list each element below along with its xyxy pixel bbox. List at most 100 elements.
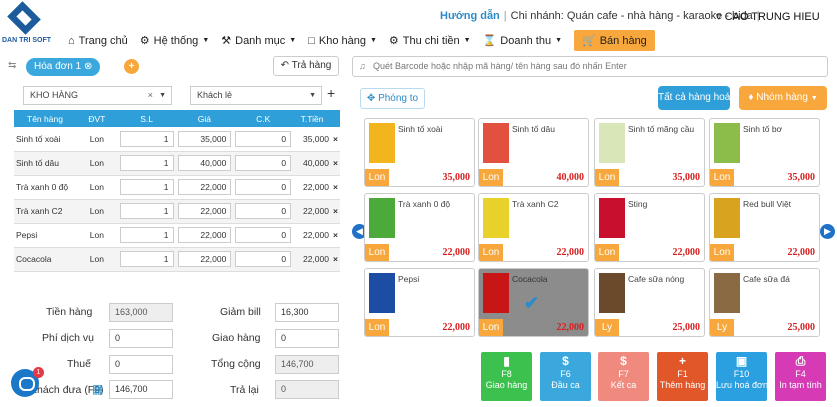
qty-input[interactable]: 1: [119, 130, 174, 147]
product-name: Red bull Việt: [743, 199, 792, 209]
product-name: Sinh tố bơ: [743, 124, 783, 134]
product-unit: Lon: [710, 244, 734, 261]
caret-down-icon: ▼: [463, 37, 471, 44]
table-row: Cocacola Lon 1 22,000 0 22,000 ×: [14, 247, 340, 272]
col-header: ĐVT: [75, 110, 118, 127]
nav-warehouse[interactable]: □ Kho hàng ▼: [308, 35, 377, 47]
add-customer-icon[interactable]: +: [327, 85, 335, 101]
product-price: 25,000: [672, 322, 701, 333]
discount-input[interactable]: 0: [235, 251, 292, 267]
item-total: 40,000: [293, 151, 331, 176]
user-menu[interactable]: ▿ CAO TRUNG HIEU: [716, 10, 820, 23]
nav-home[interactable]: ⌂ Trang chủ: [68, 35, 128, 47]
drag-handle-icon[interactable]: ⇆: [8, 60, 16, 71]
warehouse-icon: □: [308, 34, 315, 47]
service-input[interactable]: 0: [109, 329, 173, 348]
card-icon[interactable]: ▦: [92, 382, 103, 396]
return-button[interactable]: ↶ Trả hàng: [273, 56, 339, 76]
discount-input[interactable]: 0: [235, 203, 292, 219]
next-page-icon[interactable]: ▶: [820, 224, 835, 239]
all-products-button[interactable]: Tất cả hàng hoá: [658, 86, 730, 110]
product-card[interactable]: Trà xanh C2 Lon 22,000: [478, 193, 589, 262]
qty-input[interactable]: 1: [119, 251, 174, 267]
nav-system[interactable]: ⚙ Hệ thống ▼: [140, 34, 209, 48]
expand-icon: ✥: [366, 93, 376, 104]
qty-input[interactable]: 1: [119, 227, 174, 243]
header: DAN TRI SOFT Hướng dẫn | Chi nhánh: Quán c…: [0, 0, 837, 52]
product-card[interactable]: Sinh tố bơ Lon 35,000: [709, 118, 820, 187]
barcode-search-input[interactable]: ♫ Quét Barcode hoặc nhập mã hàng/ tên hàn…: [352, 56, 828, 77]
product-card[interactable]: Pepsi Lon 22,000: [364, 268, 475, 337]
product-card[interactable]: Sinh tố xoài Lon 35,000: [364, 118, 475, 187]
discount-input[interactable]: 0: [235, 130, 292, 147]
item-unit: Lon: [75, 175, 118, 200]
wrench-icon: ⚒: [221, 35, 232, 47]
paid-input[interactable]: 146,700: [109, 380, 173, 399]
qty-input[interactable]: 1: [119, 179, 174, 195]
remove-row-icon[interactable]: ×: [330, 223, 340, 248]
discount-input[interactable]: 16,300: [275, 303, 339, 322]
action-button[interactable]: ▣ F10 Lưu hoá đơn: [716, 352, 768, 401]
remove-row-icon[interactable]: ×: [330, 199, 340, 224]
tab-invoice-1[interactable]: Hóa đơn 1 ⊗: [26, 58, 101, 76]
discount-input[interactable]: 0: [235, 179, 292, 195]
action-label: In tạm tính: [779, 380, 822, 390]
microphone-icon[interactable]: ♫: [359, 57, 366, 76]
nav-cashflow[interactable]: ⚙ Thu chi tiền ▼: [389, 34, 471, 48]
sell-button[interactable]: 🛒 Bán hàng: [574, 30, 655, 51]
action-button[interactable]: ▮ F8 Giao hàng: [481, 352, 532, 401]
warehouse-select[interactable]: KHO HÀNG × ▼: [23, 86, 172, 105]
tax-input[interactable]: 0: [109, 355, 173, 374]
price-input[interactable]: 35,000: [177, 130, 232, 147]
order-panel: ⇆ Hóa đơn 1 ⊗ + ↶ Trả hàng KHO HÀNG × ▼ Kh…: [0, 52, 350, 407]
price-input[interactable]: 22,000: [177, 203, 232, 219]
product-card[interactable]: Sinh tố dâu Lon 40,000: [478, 118, 589, 187]
close-icon[interactable]: ⊗: [84, 61, 92, 72]
nav-revenue[interactable]: ⌛ Doanh thu ▼: [483, 34, 562, 48]
product-unit: Lon: [365, 319, 389, 336]
product-unit: Lon: [479, 319, 503, 336]
home-icon: ⌂: [68, 34, 75, 47]
guide-link[interactable]: Hướng dẫn: [440, 10, 500, 22]
remove-row-icon[interactable]: ×: [330, 247, 340, 272]
action-button[interactable]: $ F6 Đầu ca: [540, 352, 591, 401]
action-icon: $: [562, 354, 569, 368]
product-card[interactable]: Cocacola Lon 22,000 ✔: [478, 268, 589, 337]
price-input[interactable]: 22,000: [177, 227, 232, 243]
item-name: Trà xanh 0 độ: [14, 175, 76, 200]
add-tab-button[interactable]: +: [124, 59, 139, 74]
nav-catalog[interactable]: ⚒ Danh mục ▼: [221, 34, 297, 48]
zoom-button[interactable]: ✥ Phóng to: [360, 88, 425, 109]
action-key: F6: [560, 369, 571, 379]
discount-input[interactable]: 0: [235, 155, 292, 171]
discount-input[interactable]: 0: [235, 227, 292, 243]
product-image: [714, 198, 740, 238]
delivery-input[interactable]: 0: [275, 329, 339, 348]
remove-row-icon[interactable]: ×: [330, 151, 340, 176]
price-input[interactable]: 40,000: [177, 155, 232, 171]
product-image: [599, 273, 625, 313]
action-icon: ▮: [503, 354, 510, 368]
action-button[interactable]: ⎙ F4 In tạm tính: [775, 352, 826, 401]
qty-input[interactable]: 1: [119, 203, 174, 219]
item-total: 22,000: [293, 175, 331, 200]
product-groups-button[interactable]: ♦ Nhóm hàng ▼: [739, 86, 827, 110]
qty-input[interactable]: 1: [119, 155, 174, 171]
action-button[interactable]: $ F7 Kết ca: [598, 352, 649, 401]
price-input[interactable]: 22,000: [177, 179, 232, 195]
product-card[interactable]: Cafe sữa đá Ly 25,000: [709, 268, 820, 337]
product-card[interactable]: Trà xanh 0 độ Lon 22,000: [364, 193, 475, 262]
remove-row-icon[interactable]: ×: [330, 127, 340, 152]
price-input[interactable]: 22,000: [177, 251, 232, 267]
action-button[interactable]: + F1 Thêm hàng: [657, 352, 708, 401]
product-card[interactable]: Red bull Việt Lon 22,000: [709, 193, 820, 262]
product-name: Cafe sữa đá: [743, 274, 790, 284]
caret-down-icon: ▼: [289, 37, 297, 44]
product-card[interactable]: Sting Lon 22,000: [594, 193, 705, 262]
product-card[interactable]: Cafe sữa nóng Ly 25,000: [594, 268, 705, 337]
remove-row-icon[interactable]: ×: [330, 175, 340, 200]
customer-select[interactable]: Khách lẻ ▼: [190, 86, 322, 105]
product-card[interactable]: Sinh tố mãng cầu Lon 35,000: [594, 118, 705, 187]
product-price: 22,000: [556, 322, 585, 333]
product-name: Pepsi: [398, 274, 420, 284]
